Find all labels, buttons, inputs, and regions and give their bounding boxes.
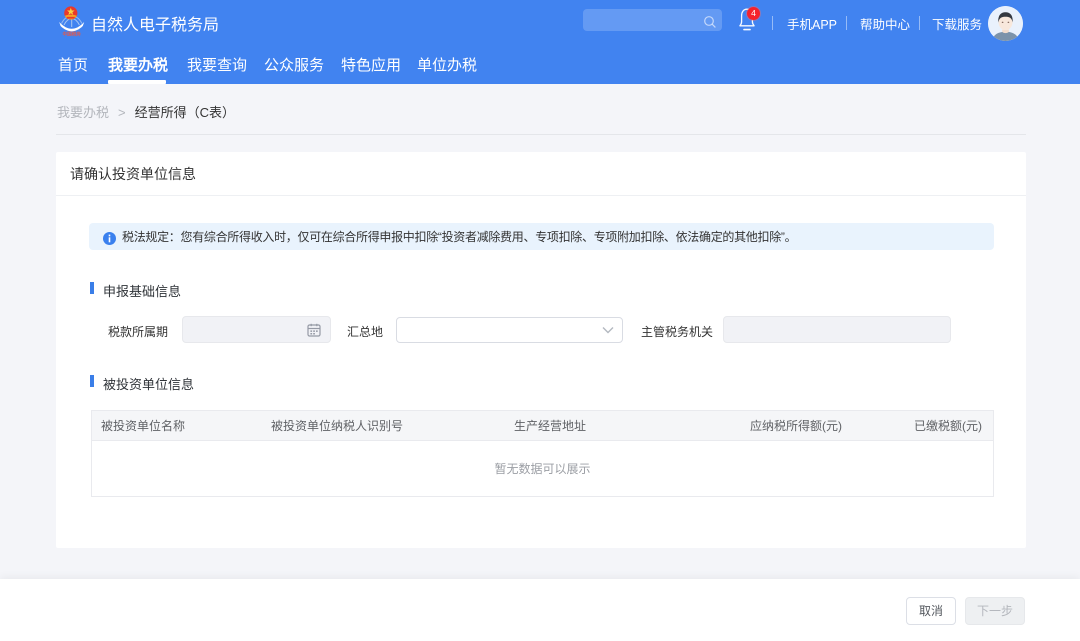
svg-text:中国税务: 中国税务	[63, 31, 82, 38]
